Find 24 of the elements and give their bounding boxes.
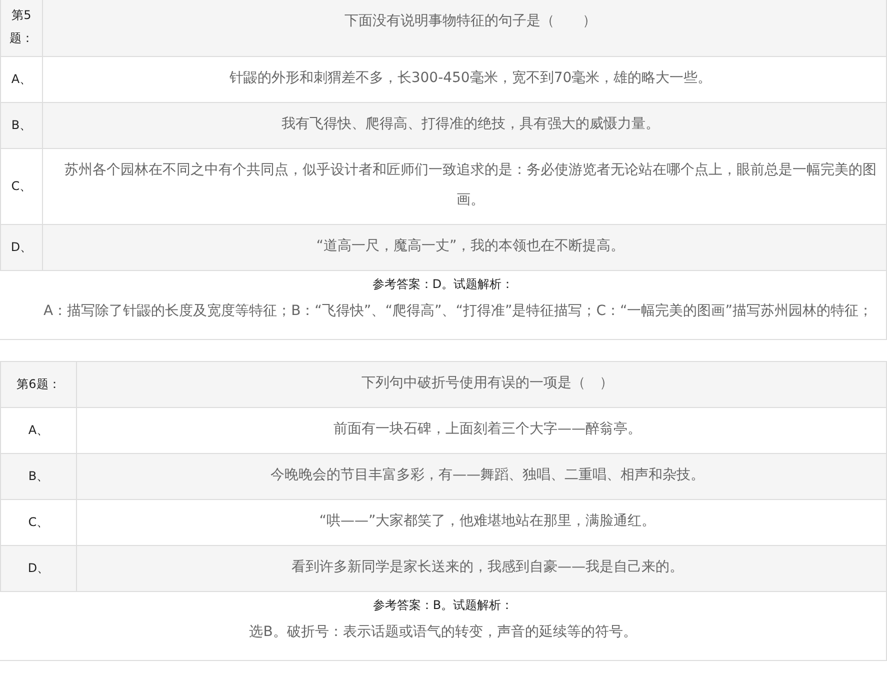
option-letter: A、 xyxy=(0,57,43,102)
option-letter: D、 xyxy=(0,225,43,270)
option-text: 针鼹的外形和刺猬差不多，长300-450毫米，宽不到70毫米，雄的略大一些。 xyxy=(228,69,713,88)
option-text: “哄——”大家都笑了，他难堪地站在那里，满脸通红。 xyxy=(318,512,657,531)
question-stem: 下面没有说明事物特征的句子是（ ） xyxy=(344,12,598,31)
option-letter: B、 xyxy=(0,103,43,148)
explanation-text: 选B。破折号：表示话题或语气的转变，声音的延续等的符号。 xyxy=(248,623,638,642)
answer-heading: 参考答案：D。试题解析： xyxy=(371,276,515,293)
option-letter: B、 xyxy=(0,454,77,499)
question-number: 第6题： xyxy=(0,362,77,407)
option-text: 我有飞得快、爬得高、打得准的绝技，具有强大的威慑力量。 xyxy=(280,115,660,134)
answer-heading: 参考答案：B。试题解析： xyxy=(372,597,514,614)
option-text: 今晚晚会的节目丰富多彩，有——舞蹈、独唱、二重唱、相声和杂技。 xyxy=(270,466,706,485)
question-number: 第5题： xyxy=(0,0,43,56)
option-text: 前面有一块石碑，上面刻着三个大字——醉翁亭。 xyxy=(332,420,642,439)
question-stem: 下列句中破折号使用有误的一项是（ ） xyxy=(360,374,614,393)
option-text: “道高一尺，魔高一丈”，我的本领也在不断提高。 xyxy=(315,237,626,256)
option-letter: A、 xyxy=(0,408,77,453)
option-text: 看到许多新同学是家长送来的，我感到自豪——我是自己来的。 xyxy=(290,558,684,577)
option-letter: C、 xyxy=(0,149,43,224)
option-letter: D、 xyxy=(0,546,77,591)
option-text: 苏州各个园林在不同之中有个共同点，似乎设计者和匠师们一致追求的是：务必使游览者无论站在哪个点上，眼前总是一幅完美的图画。 xyxy=(64,161,878,210)
explanation-text: A：描写除了针鼹的长度及宽度等特征；B：“飞得快”、“爬得高”、“打得准”是特征描写；C：“一幅完美的图画”描写苏州园林的特征； xyxy=(42,302,874,321)
option-letter: C、 xyxy=(0,500,77,545)
